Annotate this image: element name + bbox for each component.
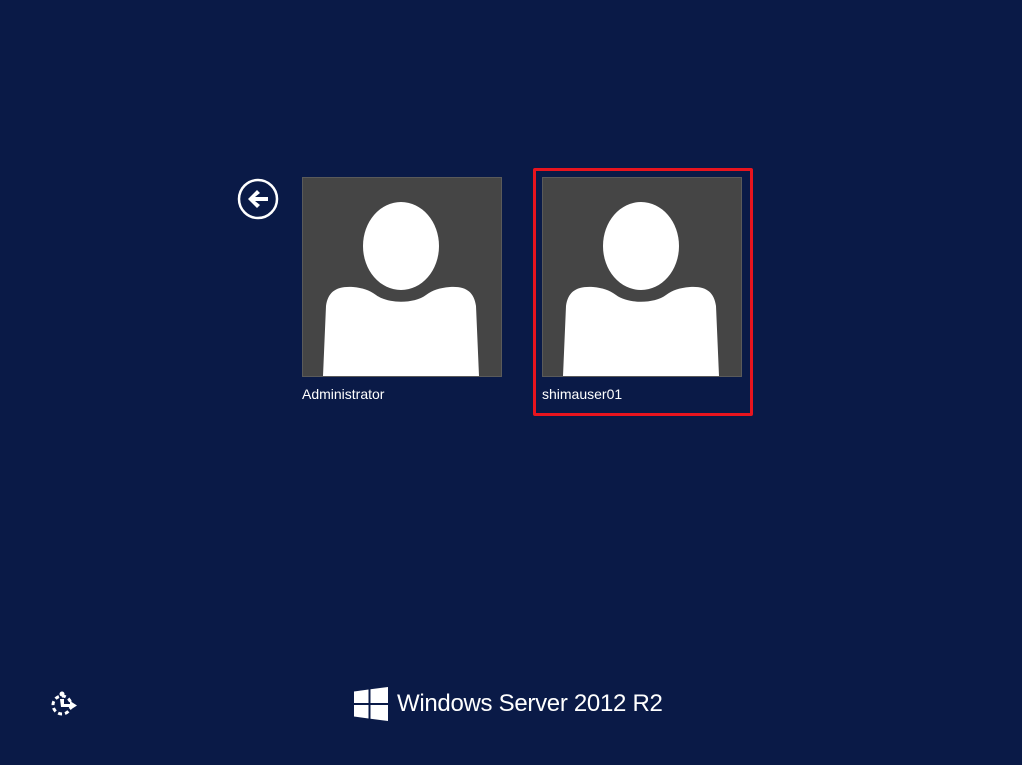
- windows-logo-icon: [354, 687, 388, 721]
- user-silhouette-icon: [323, 202, 479, 376]
- user-tile-administrator[interactable]: Administrator: [302, 177, 502, 402]
- product-name: Windows Server 2012 R2: [397, 690, 663, 717]
- branding: Windows Server 2012 R2: [354, 684, 663, 724]
- ease-of-access-icon: [51, 691, 77, 716]
- back-arrow-icon: [237, 178, 279, 220]
- avatar: [302, 177, 502, 377]
- avatar: [542, 177, 742, 377]
- user-tile-shimauser01[interactable]: shimauser01: [542, 177, 742, 402]
- back-button[interactable]: [237, 178, 279, 220]
- user-name-administrator: Administrator: [302, 386, 385, 402]
- ease-of-access-button[interactable]: [49, 690, 79, 718]
- lock-screen: Administrator shimauser01 Windows Server…: [0, 0, 1022, 765]
- user-name-shimauser01: shimauser01: [542, 386, 623, 402]
- user-silhouette-icon: [563, 202, 719, 376]
